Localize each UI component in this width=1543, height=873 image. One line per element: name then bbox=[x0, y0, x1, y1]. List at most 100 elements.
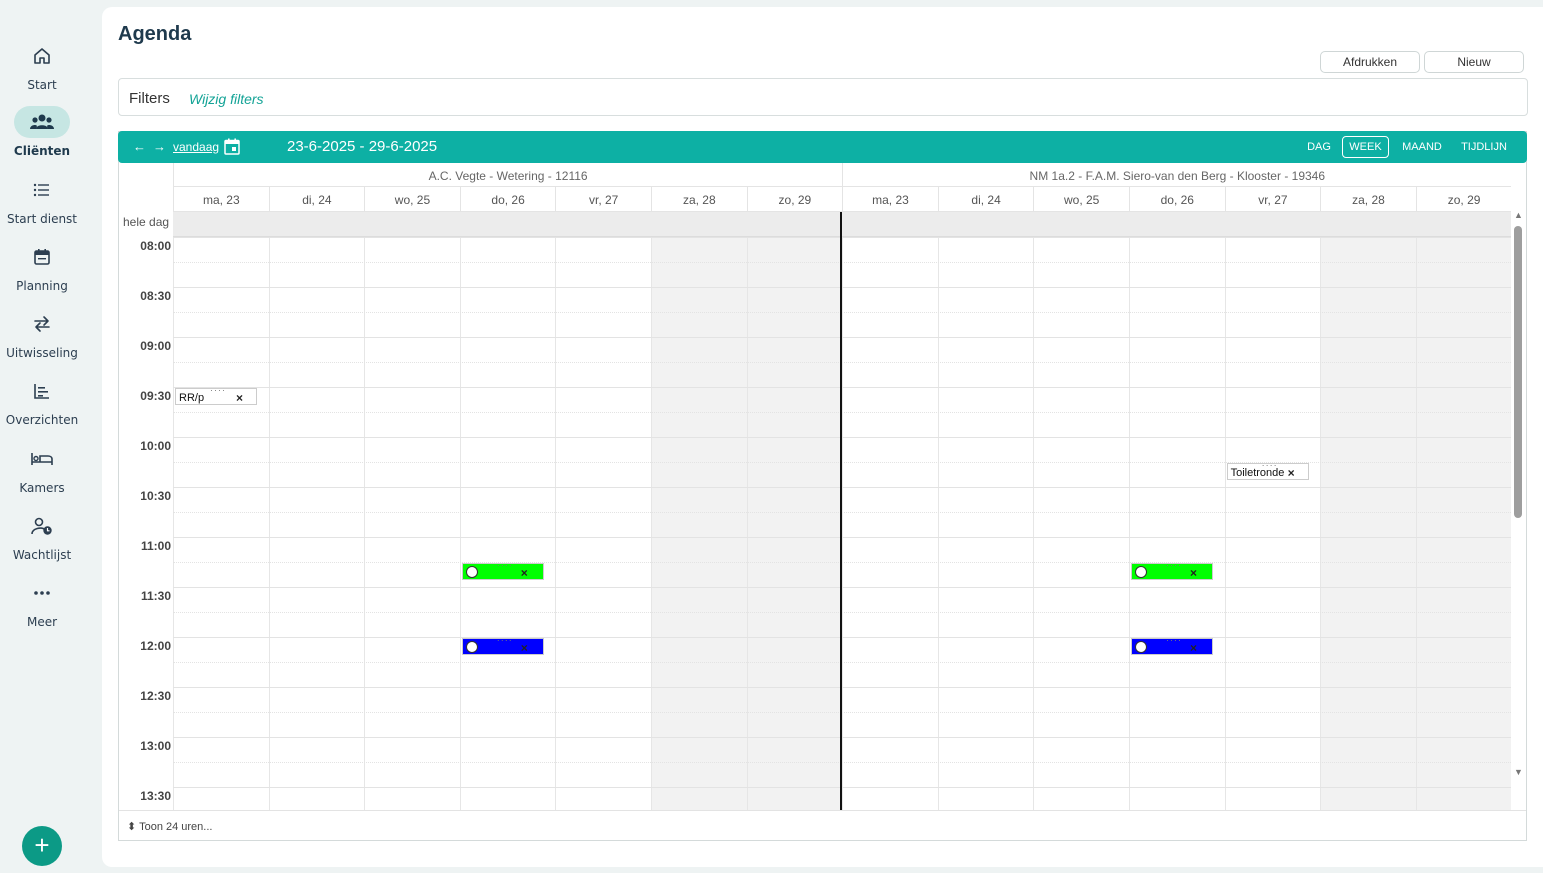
nav-label: Meer bbox=[26, 615, 58, 629]
add-button[interactable]: + bbox=[22, 826, 62, 866]
grid-column-line bbox=[1415, 237, 1417, 810]
calendar: ← → vandaag 23-6-2025 - 29-6-2025 DAG WE… bbox=[118, 131, 1527, 841]
prev-week-button[interactable]: ← bbox=[133, 139, 146, 154]
day-header[interactable]: di, 24 bbox=[937, 187, 1034, 212]
nav-label: Planning bbox=[16, 279, 68, 293]
nav-item-planning[interactable]: Planning bbox=[0, 241, 84, 301]
scrollbar-thumb[interactable] bbox=[1514, 226, 1522, 518]
drag-handle-icon[interactable]: ···· bbox=[497, 639, 513, 645]
day-header[interactable]: vr, 27 bbox=[555, 187, 651, 212]
weekend-column bbox=[1415, 237, 1511, 810]
user-clock-icon bbox=[14, 510, 70, 542]
calendar-event[interactable]: ···· × bbox=[1131, 563, 1213, 580]
date-picker-icon[interactable] bbox=[224, 138, 240, 155]
grid-half-line bbox=[173, 562, 1511, 563]
drag-handle-icon[interactable]: ···· bbox=[1166, 639, 1182, 645]
grid-half-line bbox=[173, 412, 1511, 413]
view-timeline-button[interactable]: TIJDLIJN bbox=[1456, 136, 1512, 158]
calendar-event[interactable]: ···· RR/p × bbox=[175, 388, 257, 405]
sidebar: Start Cliënten Start dienst Planning Uit… bbox=[0, 0, 84, 873]
grid-row-line bbox=[173, 687, 1511, 688]
view-day-button[interactable]: DAG bbox=[1298, 136, 1340, 158]
swap-icon bbox=[14, 308, 70, 340]
grid-half-line bbox=[173, 762, 1511, 763]
grid-half-line bbox=[173, 512, 1511, 513]
day-header[interactable]: za, 28 bbox=[1320, 187, 1416, 212]
chart-icon bbox=[14, 375, 70, 407]
edit-filters-link[interactable]: Wijzig filters bbox=[189, 91, 264, 107]
more-icon bbox=[14, 577, 70, 609]
nav-item-wachtlijst[interactable]: Wachtlijst bbox=[0, 510, 84, 570]
day-header[interactable]: za, 28 bbox=[651, 187, 747, 212]
time-label: 10:00 bbox=[140, 439, 171, 453]
drag-handle-icon[interactable]: ···· bbox=[497, 564, 513, 570]
day-header[interactable]: do, 26 bbox=[1129, 187, 1225, 212]
grid-column-line bbox=[842, 237, 844, 810]
day-header[interactable]: wo, 25 bbox=[1033, 187, 1129, 212]
nav-item-meer[interactable]: Meer bbox=[0, 577, 84, 637]
day-header[interactable]: ma, 23 bbox=[842, 187, 938, 212]
scroll-up-icon[interactable]: ▲ bbox=[1514, 210, 1523, 220]
close-icon[interactable]: × bbox=[521, 641, 528, 654]
date-range: 23-6-2025 - 29-6-2025 bbox=[287, 138, 438, 155]
close-icon[interactable]: × bbox=[1190, 566, 1197, 579]
calendar-event[interactable]: ···· × bbox=[461, 638, 544, 655]
grid-column-line bbox=[1224, 237, 1226, 810]
next-week-button[interactable]: → bbox=[153, 139, 166, 154]
drag-handle-icon[interactable]: ···· bbox=[1166, 564, 1182, 570]
calendar-event[interactable]: ···· × bbox=[1131, 638, 1213, 655]
day-header[interactable]: do, 26 bbox=[459, 187, 556, 212]
event-type-icon bbox=[1135, 641, 1147, 653]
nav-label: Kamers bbox=[19, 481, 65, 495]
grid-row-line bbox=[173, 437, 1511, 438]
nav-item-uitwisseling[interactable]: Uitwisseling bbox=[0, 308, 84, 368]
show-24h-toggle[interactable]: ⬍ Toon 24 uren... bbox=[127, 820, 212, 833]
day-header[interactable]: wo, 25 bbox=[364, 187, 460, 212]
scroll-down-icon[interactable]: ▼ bbox=[1514, 767, 1523, 777]
grid-column-line bbox=[364, 237, 366, 810]
day-header[interactable]: vr, 27 bbox=[1224, 187, 1321, 212]
day-header[interactable]: di, 24 bbox=[268, 187, 365, 212]
grid-half-line bbox=[173, 712, 1511, 713]
close-icon[interactable]: × bbox=[1190, 641, 1197, 654]
calendar-event[interactable]: ···· Toiletronde × bbox=[1226, 463, 1309, 480]
weekend-column bbox=[651, 237, 747, 810]
time-label: 11:00 bbox=[140, 539, 171, 553]
nav-label: Overzichten bbox=[5, 413, 79, 427]
close-icon[interactable]: × bbox=[236, 391, 243, 404]
close-icon[interactable]: × bbox=[521, 566, 528, 579]
grid-column-line bbox=[268, 237, 270, 810]
nav-item-start-dienst[interactable]: Start dienst bbox=[0, 174, 84, 234]
vertical-scrollbar[interactable]: ▲ ▼ bbox=[1511, 210, 1525, 778]
grid-column-line bbox=[555, 237, 557, 810]
calendar-footer: ⬍ Toon 24 uren... bbox=[119, 810, 1526, 841]
allday-row[interactable] bbox=[173, 212, 1511, 237]
event-type-icon bbox=[465, 566, 478, 578]
filters-bar: Filters Wijzig filters bbox=[118, 78, 1528, 116]
sort-icon: ⬍ bbox=[127, 821, 137, 833]
today-link[interactable]: vandaag bbox=[173, 140, 219, 154]
close-icon[interactable]: × bbox=[1288, 466, 1295, 479]
grid-column-line bbox=[1129, 237, 1130, 810]
new-button[interactable]: Nieuw bbox=[1424, 51, 1524, 73]
grid-column-line bbox=[173, 237, 174, 810]
bed-icon bbox=[14, 443, 70, 475]
nav-item-clienten[interactable]: Cliënten bbox=[0, 106, 84, 166]
time-label: 12:00 bbox=[140, 639, 171, 653]
day-header[interactable]: zo, 29 bbox=[746, 187, 843, 212]
nav-item-start[interactable]: Start bbox=[0, 40, 84, 100]
nav-item-kamers[interactable]: Kamers bbox=[0, 443, 84, 503]
print-button[interactable]: Afdrukken bbox=[1320, 51, 1420, 73]
calendar-event[interactable]: ···· × bbox=[461, 563, 544, 580]
calendar-grid: hele dag A.C. Vegte - Wetering - 12116 NM… bbox=[119, 163, 1511, 810]
list-icon bbox=[14, 174, 70, 206]
view-month-button[interactable]: MAAND bbox=[1394, 136, 1450, 158]
time-label: 10:30 bbox=[140, 489, 171, 503]
page-title: Agenda bbox=[118, 23, 192, 45]
view-week-button[interactable]: WEEK bbox=[1342, 136, 1389, 158]
nav-label: Uitwisseling bbox=[6, 346, 78, 360]
day-header[interactable]: ma, 23 bbox=[173, 187, 269, 212]
drag-handle-icon[interactable]: ···· bbox=[210, 389, 226, 395]
nav-item-overzichten[interactable]: Overzichten bbox=[0, 375, 84, 435]
day-header[interactable]: zo, 29 bbox=[1415, 187, 1511, 212]
